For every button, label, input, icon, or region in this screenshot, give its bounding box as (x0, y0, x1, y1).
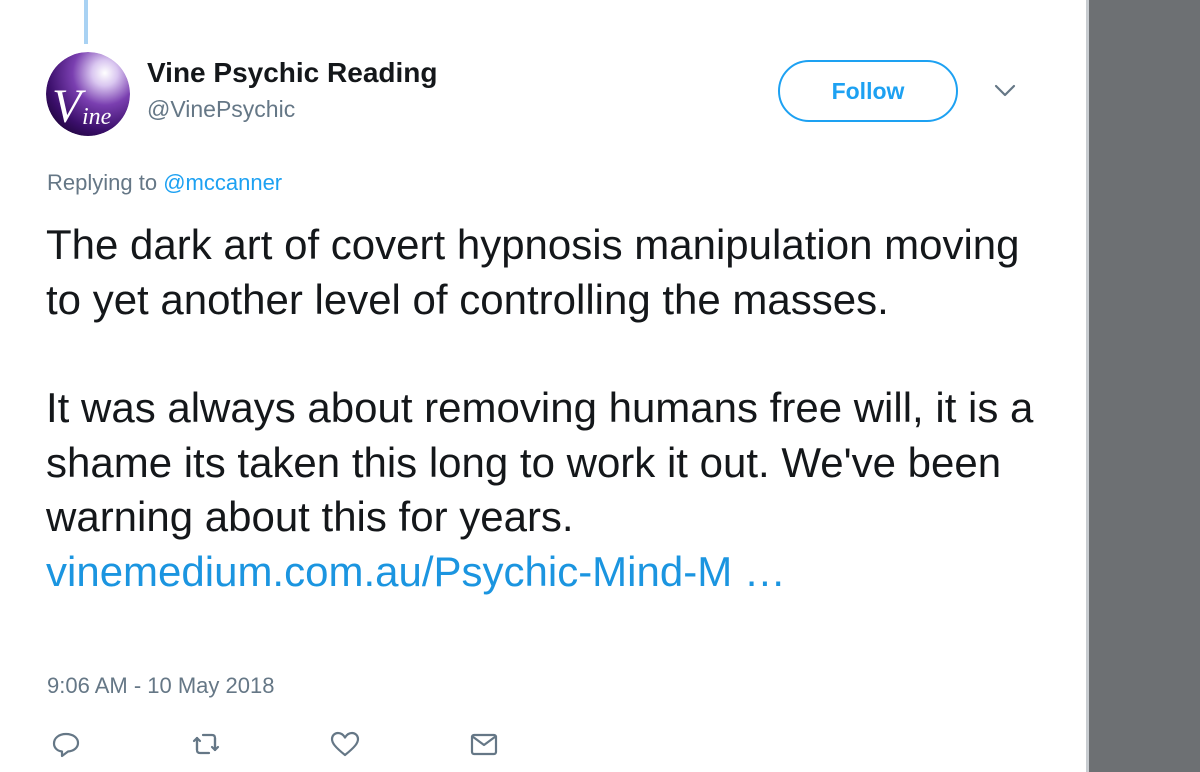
reply-icon (52, 732, 80, 758)
vine-logo-avatar: V ine (46, 52, 130, 136)
replying-to-mention[interactable]: @mccanner (163, 170, 282, 195)
prev-retweet-icon[interactable] (290, 0, 316, 8)
avatar-logo-v: V (52, 80, 86, 133)
author-display-name[interactable]: Vine Psychic Reading (147, 57, 438, 89)
follow-button[interactable]: Follow (778, 60, 958, 122)
like-button[interactable] (329, 728, 361, 760)
chevron-down-icon[interactable] (990, 78, 1020, 102)
prev-reply-icon[interactable] (152, 0, 178, 8)
retweet-icon (192, 733, 220, 755)
avatar[interactable]: V ine (46, 52, 130, 136)
thread-connector-line (84, 0, 88, 44)
envelope-icon (470, 733, 498, 756)
avatar-logo-ine: ine (82, 104, 112, 130)
tweet-link[interactable]: vinemedium.com.au/Psychic-Mind-M … (46, 548, 786, 595)
tweet-paragraph: The dark art of covert hypnosis manipula… (46, 221, 1020, 323)
author-handle[interactable]: @VinePsychic (147, 96, 295, 123)
replying-prefix: Replying to (47, 170, 158, 195)
tweet-page: V ine Vine Psychic Reading @VinePsychic … (0, 0, 1200, 772)
replying-to-line: Replying to @mccanner (47, 170, 282, 196)
tweet-timestamp[interactable]: 9:06 AM - 10 May 2018 (47, 673, 274, 699)
tweet-paragraph: It was always about removing humans free… (46, 384, 1034, 540)
retweet-button[interactable] (190, 728, 222, 760)
heart-icon (330, 731, 360, 757)
prev-dm-icon[interactable] (570, 0, 596, 8)
direct-message-button[interactable] (468, 728, 500, 760)
prev-heart-icon[interactable] (428, 0, 454, 8)
tweet-text: The dark art of covert hypnosis manipula… (46, 218, 1046, 599)
reply-button[interactable] (50, 728, 82, 760)
tweet-actions (0, 728, 1089, 760)
background-overlay (1089, 0, 1200, 772)
